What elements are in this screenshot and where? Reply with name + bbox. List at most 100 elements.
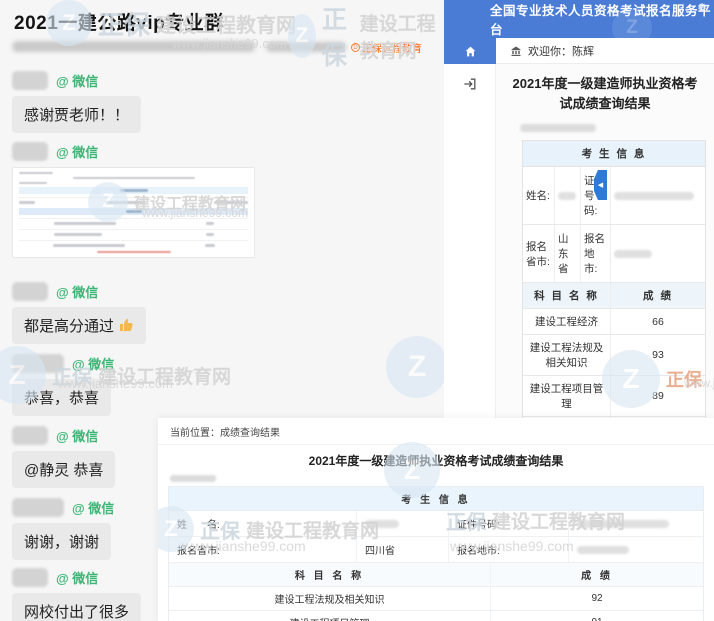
welcome-bar: 欢迎你：陈辉 [496, 38, 714, 64]
chat-message: 感谢贾老师！！ [12, 96, 141, 133]
sender-label: @ 微信 [56, 142, 98, 161]
redacted-exam-number [520, 124, 596, 132]
score-header: 成 绩 [611, 283, 705, 308]
subject-cell: 建设工程项目管理 [523, 376, 611, 416]
logout-button[interactable] [462, 76, 478, 92]
table-row: 报名省市: 四川省 报名地市: [169, 537, 703, 563]
province-value: 山东省 [555, 225, 581, 282]
province-label: 报名省市: [169, 537, 357, 562]
name-label: 姓名: [523, 167, 555, 224]
sender-label: @ 微信 [56, 282, 98, 301]
score-cell: 89 [611, 376, 705, 416]
thumbnail-content [19, 187, 248, 194]
thumbnail-content [19, 240, 248, 248]
candidate-info-table: 考 生 信 息 姓名: 证件号码: 报名省市: 山东省 报名地市: 科 目 名 … [522, 140, 706, 459]
sender-label: @ 微信 [72, 354, 114, 373]
table-row: 姓名: 证件号码: [523, 167, 705, 225]
table-row: 姓 名: 证件号码: [169, 511, 703, 537]
thumbnail-content [73, 177, 195, 179]
thumbnail-content [19, 218, 248, 226]
chat-message: 恭喜，恭喜 [12, 379, 111, 416]
result-title: 2021年度一级建造师执业资格考试成绩查询结果 [496, 64, 714, 118]
sender-label: @ 微信 [56, 426, 98, 445]
watermark: Z [386, 336, 444, 398]
chat-message-block: @ 微信 感谢贾老师！！ [12, 70, 141, 133]
candidate-info-table: 考 生 信 息 姓 名: 证件号码: 报名省市: 四川省 报名地市: 科 目 名… [168, 486, 704, 621]
redacted-id [569, 511, 703, 536]
chevron-left-icon: ◀ [598, 181, 603, 189]
chat-message-block: @ 微信 [12, 141, 255, 258]
result-overlay-panel: 当前位置：成绩查询结果 2021年度一级建造师执业资格考试成绩查询结果 考 生 … [158, 418, 714, 621]
score-cell: 93 [611, 335, 705, 375]
welcome-text: 欢迎你：陈辉 [528, 43, 594, 59]
gear-icon[interactable]: ⚙ [697, 1, 707, 14]
city-label: 报名地市: [449, 537, 569, 562]
subject-cell: 建设工程项目管理 [169, 611, 491, 621]
subject-header: 科 目 名 称 [523, 283, 611, 308]
thumbnail-content [19, 229, 248, 237]
avatar[interactable] [12, 426, 48, 445]
subject-cell: 建设工程法规及相关知识 [169, 587, 491, 610]
sender-label: @ 微信 [56, 568, 98, 587]
chat-message-block: @ 微信 网校付出了很多 [12, 567, 141, 621]
score-cell: 92 [491, 587, 703, 610]
candidate-info-header: 考 生 信 息 [169, 487, 703, 511]
collapse-handle[interactable]: ◀ [594, 170, 607, 200]
redacted-subtitle [12, 41, 255, 52]
zhengbao-logo-watermark-icon: Z [386, 336, 444, 398]
city-label: 报名地市: [581, 225, 611, 282]
thumbnail-content [19, 182, 47, 184]
result-page-title: 2021年度一级建造师执业资格考试成绩查询结果 [158, 452, 714, 469]
score-header-row: 科 目 名 称 成 绩 [169, 563, 703, 587]
thumbnail-content [19, 172, 53, 174]
chat-message: 网校付出了很多 [12, 593, 141, 621]
redacted-city [569, 537, 703, 562]
name-label: 姓 名: [169, 511, 357, 536]
score-header: 成 绩 [491, 563, 703, 586]
thumbnail-content [19, 197, 248, 205]
subject-cell: 建设工程法规及相关知识 [523, 335, 611, 375]
subject-header: 科 目 名 称 [169, 563, 491, 586]
score-header-row: 科 目 名 称 成 绩 [523, 283, 705, 309]
screenshot-root: Z 正保 建设工程教育网 www.jianshe99.com Z 正保 建设工程… [0, 0, 714, 621]
avatar[interactable] [12, 354, 64, 373]
thumbs-up-emoji [118, 317, 134, 333]
score-row: 建设工程项目管理 89 [523, 376, 705, 417]
home-nav-button[interactable] [444, 38, 496, 64]
sender-label: @ 微信 [56, 71, 98, 90]
watermark: Z 正保 建设工程教育网 [288, 0, 444, 72]
chat-message: @静灵 恭喜 [12, 451, 115, 488]
avatar[interactable] [12, 71, 48, 90]
building-icon [510, 45, 522, 57]
score-cell: 66 [611, 309, 705, 334]
sender-label: @ 微信 [72, 498, 114, 517]
redacted-name [357, 511, 449, 536]
breadcrumb: 当前位置：成绩查询结果 [158, 418, 714, 445]
avatar[interactable] [12, 498, 64, 517]
score-row: 建设工程经济 66 [523, 309, 705, 335]
chat-message-block: @ 微信 恭喜，恭喜 [12, 353, 114, 416]
score-cell: 91 [491, 611, 703, 621]
avatar[interactable] [12, 142, 48, 161]
chat-message-block: @ 微信 谢谢，谢谢 [12, 497, 114, 560]
redacted-id [611, 167, 705, 224]
score-screenshot-thumbnail[interactable] [12, 167, 255, 258]
chat-message: 都是高分通过 [12, 307, 146, 344]
redacted-name [555, 167, 581, 224]
avatar[interactable] [12, 568, 48, 587]
subject-cell: 建设工程经济 [523, 309, 611, 334]
candidate-info-header: 考 生 信 息 [523, 141, 705, 167]
brand-label: D 正保远程教育 [351, 40, 422, 55]
table-row: 报名省市: 山东省 报名地市: [523, 225, 705, 283]
id-label: 证件号码: [449, 511, 569, 536]
redacted-city [611, 225, 705, 282]
province-value: 四川省 [357, 537, 449, 562]
portal-title: 全国专业技术人员资格考试报名服务平台 [490, 0, 714, 38]
avatar[interactable] [12, 282, 48, 301]
chat-message-block: @ 微信 @静灵 恭喜 [12, 425, 115, 488]
province-label: 报名省市: [523, 225, 555, 282]
score-row: 建设工程法规及相关知识 92 [169, 587, 703, 611]
chat-message: 谢谢，谢谢 [12, 523, 111, 560]
redacted-subtitle [266, 42, 346, 52]
score-row: 建设工程项目管理 91 [169, 611, 703, 621]
